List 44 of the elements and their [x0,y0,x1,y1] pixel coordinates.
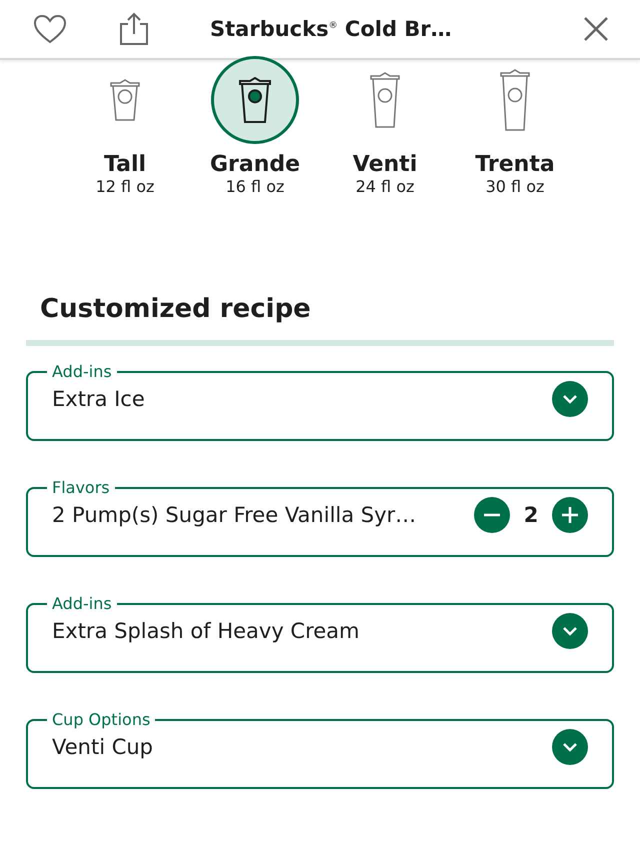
size-name: Trenta [475,152,555,177]
dropdown-button[interactable] [552,613,588,649]
cup-icon [109,79,141,121]
size-volume: 12 fl oz [96,177,154,196]
decrease-button[interactable] [474,497,510,533]
size-volume: 30 fl oz [486,177,544,196]
dropdown-button[interactable] [552,729,588,765]
size-option[interactable]: Grande 16 fl oz [190,56,320,196]
field-value: Extra Splash of Heavy Cream [52,619,361,643]
cup-icon [499,69,531,131]
field-value: Venti Cup [52,735,154,759]
option-field[interactable]: Cup Options Venti Cup [26,711,614,789]
size-volume: 16 fl oz [226,177,284,196]
dropdown-button[interactable] [552,381,588,417]
heart-icon [33,14,67,44]
size-volume: 24 fl oz [356,177,414,196]
product-title: Starbucks$^{®}$ Cold Br… [209,17,453,41]
chevron-down-icon [562,626,578,636]
size-name: Grande [210,152,300,177]
close-icon [583,16,609,42]
plus-icon [561,506,579,524]
share-icon [117,12,151,46]
option-field[interactable]: Add-ins Extra Splash of Heavy Cream [26,595,614,673]
size-option[interactable]: Venti 24 fl oz [320,56,450,196]
size-option[interactable]: Tall 12 fl oz [60,56,190,196]
chevron-down-icon [562,742,578,752]
chevron-down-icon [562,394,578,404]
field-label: Flavors [51,479,111,497]
increase-button[interactable] [552,497,588,533]
field-label: Cup Options [51,711,152,729]
minus-icon [483,513,501,517]
size-name: Venti [352,152,418,177]
field-label: Add-ins [51,363,113,381]
option-field[interactable]: Add-ins Extra Ice [26,363,614,441]
field-value: 2 Pump(s) Sugar Free Vanilla Syr… [52,503,418,527]
quantity: 2 [522,503,540,527]
cup-icon [238,77,272,123]
size-option[interactable]: Trenta 30 fl oz [450,56,580,196]
size-name: Tall [104,152,146,177]
option-field[interactable]: Flavors 2 Pump(s) Sugar Free Vanilla Syr… 2 [26,479,614,557]
field-label: Add-ins [51,595,113,613]
field-value: Extra Ice [52,387,146,411]
section-title: Customized recipe [40,294,312,324]
cup-icon [369,72,401,128]
